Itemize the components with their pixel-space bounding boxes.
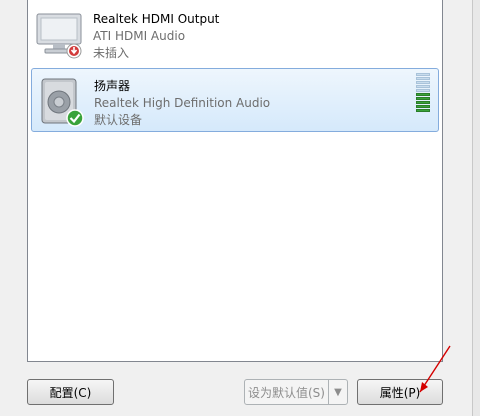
device-name: Realtek HDMI Output (93, 12, 220, 26)
device-item-hdmi[interactable]: Realtek HDMI Output ATI HDMI Audio 未插入 (31, 2, 439, 66)
device-driver: Realtek High Definition Audio (94, 96, 271, 110)
device-status: 默认设备 (94, 113, 143, 127)
level-bar (416, 109, 430, 112)
configure-button[interactable]: 配置(C) (27, 379, 114, 405)
level-bar (416, 85, 430, 88)
level-bar (416, 101, 430, 104)
device-item-speakers[interactable]: 扬声器 Realtek High Definition Audio 默认设备 (31, 68, 439, 132)
level-bar (416, 105, 430, 108)
speaker-icon (41, 78, 84, 127)
playback-device-list[interactable]: Realtek HDMI Output ATI HDMI Audio 未插入 扬… (27, 0, 443, 362)
level-bar (416, 93, 430, 96)
level-bar (416, 97, 430, 100)
device-status: 未插入 (93, 46, 130, 60)
device-name: 扬声器 (94, 79, 131, 93)
device-driver: ATI HDMI Audio (93, 29, 186, 43)
level-bar (416, 81, 430, 84)
unplugged-badge (66, 43, 82, 59)
level-bar (416, 89, 430, 92)
level-bar (416, 77, 430, 80)
window-edge (472, 0, 480, 416)
set-default-split-button[interactable]: 设为默认值(S) ▼ (244, 379, 348, 405)
check-badge (66, 109, 84, 127)
level-bar (416, 73, 430, 76)
monitor-icon (36, 13, 82, 59)
volume-level-meter (416, 73, 430, 113)
set-default-dropdown-arrow[interactable]: ▼ (329, 380, 347, 404)
set-default-button[interactable]: 设为默认值(S) (245, 380, 329, 404)
properties-button[interactable]: 属性(P) (357, 379, 443, 405)
